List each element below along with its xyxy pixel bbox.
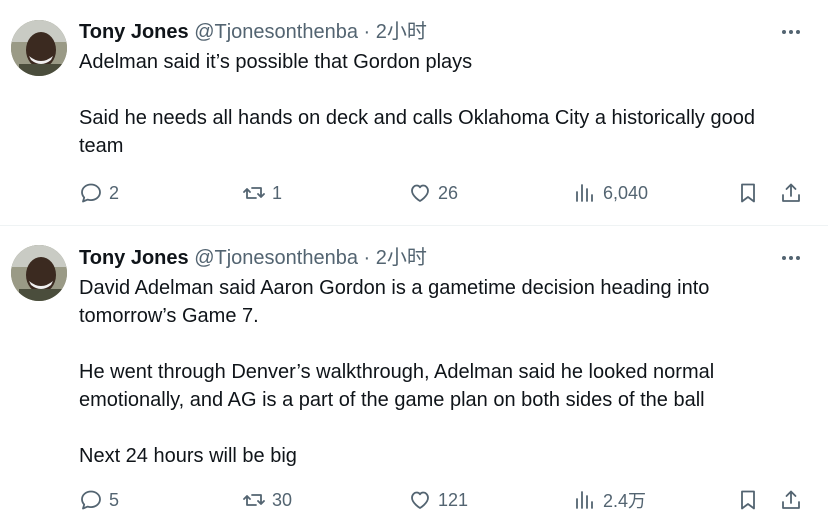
action-bar: 5 30 121 2.4万 — [0, 483, 828, 517]
heart-icon — [411, 491, 429, 509]
tweet-header: Tony Jones @Tjonesonthenba · 2小时 — [79, 246, 427, 270]
tweet[interactable]: Tony Jones @Tjonesonthenba · 2小时 Adelman… — [0, 0, 828, 226]
reply-count: 2 — [109, 182, 120, 203]
like-count: 121 — [438, 489, 469, 510]
views-bar-chart-icon — [576, 491, 593, 509]
more-dots-icon[interactable] — [780, 22, 802, 42]
separator-dot: · — [363, 247, 371, 269]
views-button[interactable]: 2.4万 — [573, 483, 646, 517]
avatar[interactable] — [11, 245, 67, 301]
reply-button[interactable]: 5 — [79, 483, 119, 517]
timestamp[interactable]: 2小时 — [376, 21, 427, 43]
bookmark-icon — [741, 183, 755, 203]
author-name[interactable]: Tony Jones — [79, 247, 189, 269]
heart-icon — [411, 184, 429, 202]
tweet-paragraph: Said he needs all hands on deck and call… — [79, 107, 755, 157]
tweet-header: Tony Jones @Tjonesonthenba · 2小时 — [79, 20, 427, 44]
tweet[interactable]: Tony Jones @Tjonesonthenba · 2小时 David A… — [0, 226, 828, 528]
author-handle[interactable]: @Tjonesonthenba — [194, 21, 358, 43]
retweet-button[interactable]: 1 — [242, 176, 282, 210]
retweet-count: 1 — [272, 182, 283, 203]
tweet-paragraph: He went through Denver’s walkthrough, Ad… — [79, 361, 715, 411]
timestamp[interactable]: 2小时 — [376, 247, 427, 269]
reply-count: 5 — [109, 489, 120, 510]
views-count: 6,040 — [603, 182, 649, 203]
action-bar: 2 1 26 6,040 — [0, 176, 828, 210]
share-upload-icon — [782, 183, 800, 202]
bookmark-button[interactable] — [736, 483, 760, 517]
tweet-text: David Adelman said Aaron Gordon is a gam… — [79, 274, 799, 470]
more-dots-icon[interactable] — [780, 248, 802, 268]
reply-button[interactable]: 2 — [79, 176, 119, 210]
reply-bubble-icon — [81, 183, 101, 203]
author-handle[interactable]: @Tjonesonthenba — [194, 247, 358, 269]
retweet-arrows-icon — [243, 494, 265, 506]
tweet-text: Adelman said it’s possible that Gordon p… — [79, 48, 799, 160]
tweet-paragraph: Adelman said it’s possible that Gordon p… — [79, 51, 473, 73]
views-count: 2.4万 — [603, 491, 647, 511]
retweet-arrows-icon — [243, 187, 265, 199]
like-button[interactable]: 121 — [408, 483, 468, 517]
share-button[interactable] — [779, 483, 803, 517]
avatar[interactable] — [11, 20, 67, 76]
retweet-button[interactable]: 30 — [242, 483, 292, 517]
views-bar-chart-icon — [576, 184, 593, 202]
like-button[interactable]: 26 — [408, 176, 458, 210]
author-name[interactable]: Tony Jones — [79, 21, 189, 43]
separator-dot: · — [363, 21, 371, 43]
like-count: 26 — [438, 182, 459, 203]
tweet-paragraph: David Adelman said Aaron Gordon is a gam… — [79, 277, 710, 327]
tweet-paragraph: Next 24 hours will be big — [79, 445, 297, 467]
bookmark-button[interactable] — [736, 176, 760, 210]
bookmark-icon — [741, 490, 755, 510]
share-button[interactable] — [779, 176, 803, 210]
views-button[interactable]: 6,040 — [573, 176, 648, 210]
reply-bubble-icon — [81, 490, 101, 510]
retweet-count: 30 — [272, 489, 293, 510]
share-upload-icon — [782, 490, 800, 509]
